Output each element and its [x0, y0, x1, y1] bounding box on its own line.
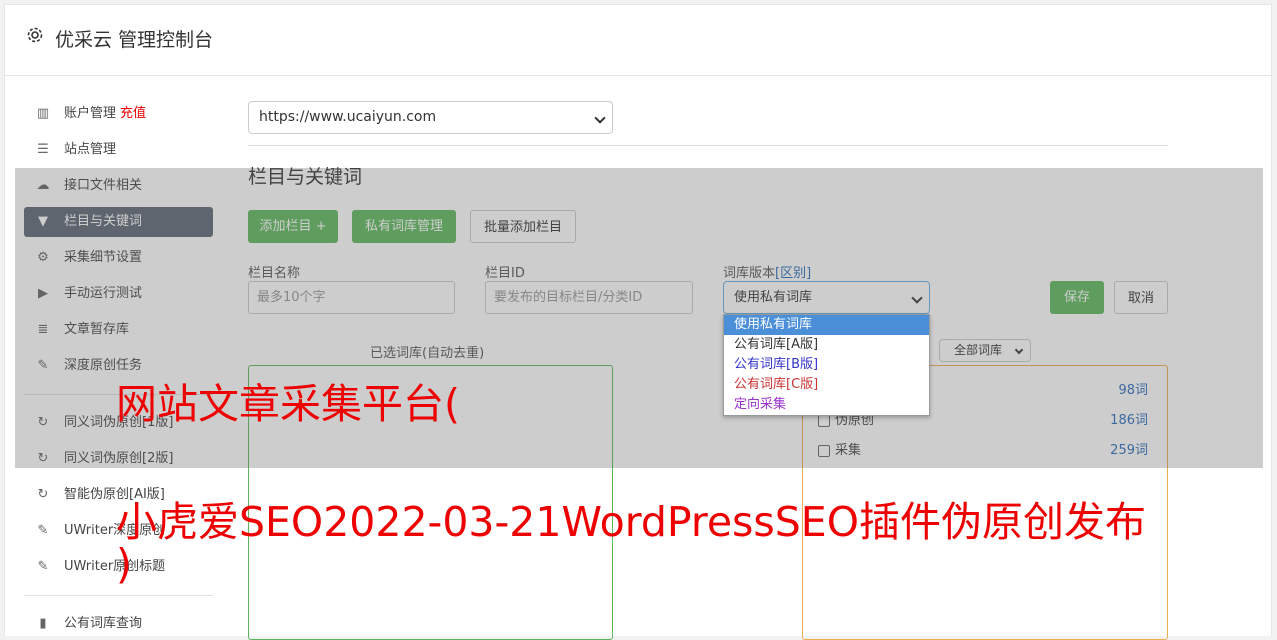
edit-icon: ✎ [37, 523, 49, 538]
dropdown-option[interactable]: 定向采集 [724, 395, 929, 415]
dropdown-option[interactable]: 使用私有词库 [724, 315, 929, 335]
console-title: 优采云 管理控制台 [55, 29, 214, 51]
sidebar-item-account[interactable]: ▥ 账户管理 充值 [24, 99, 213, 129]
watermark-line-2: 小虎爱SEO2022-03-21WordPressSEO插件伪原创发布 [116, 498, 1146, 546]
dropdown-option[interactable]: 公有词库[B版] [724, 355, 929, 375]
dropdown-option[interactable]: 公有词库[C版] [724, 375, 929, 395]
sidebar-item-label: 公有词库查询 [64, 616, 143, 631]
watermark-line-3: ) [116, 540, 132, 588]
site-select-value: https://www.ucaiyun.com [259, 109, 437, 125]
server-icon: ☰ [37, 142, 49, 157]
top-header: 优采云 管理控制台 [4, 4, 1272, 76]
recharge-link[interactable]: 充值 [120, 106, 146, 121]
sidebar-divider [24, 595, 213, 596]
site-select[interactable]: https://www.ucaiyun.com [248, 101, 613, 134]
book-icon: ▮ [39, 616, 47, 631]
sidebar-item-label: 站点管理 [64, 142, 117, 157]
chevron-down-icon [594, 111, 606, 124]
divider [248, 145, 1168, 146]
bar-chart-icon: ▥ [36, 106, 50, 121]
sidebar-item-label: UWriter原创标题 [64, 559, 166, 574]
gear-icon [27, 27, 43, 43]
sidebar-item-public-lib-query[interactable]: ▮ 公有词库查询 [24, 609, 213, 639]
refresh-icon: ↻ [37, 487, 49, 502]
sidebar-item-sites[interactable]: ☰ 站点管理 [24, 135, 213, 165]
lib-version-dropdown: 使用私有词库 公有词库[A版] 公有词库[B版] 公有词库[C版] 定向采集 [723, 314, 930, 416]
dropdown-option[interactable]: 公有词库[A版] [724, 335, 929, 355]
edit-icon: ✎ [37, 559, 49, 574]
sidebar-item-label: 账户管理 [64, 106, 117, 121]
watermark-line-1: 网站文章采集平台( [116, 380, 460, 428]
